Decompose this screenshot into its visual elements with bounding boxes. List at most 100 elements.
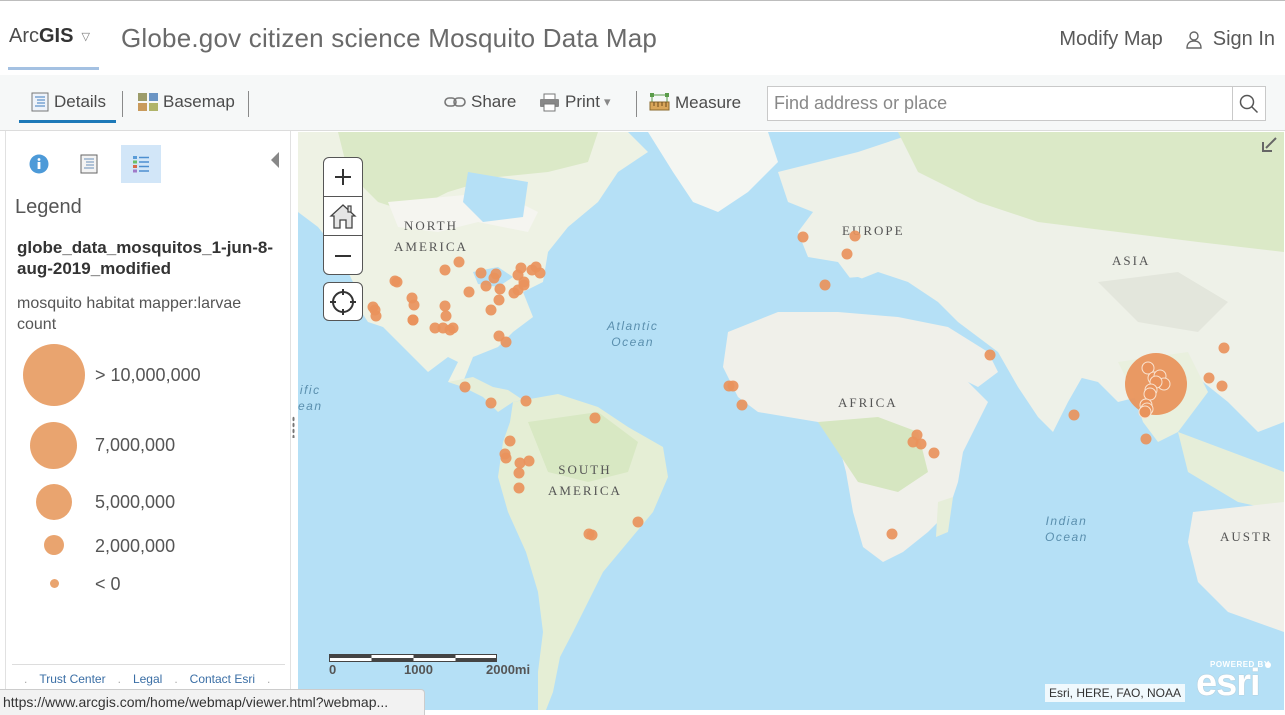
observation-point[interactable] <box>439 300 451 312</box>
legend-icon <box>133 156 149 173</box>
divider <box>636 91 637 117</box>
legal-link[interactable]: Legal <box>133 672 162 686</box>
details-button[interactable]: Details <box>31 92 106 112</box>
observation-point[interactable] <box>440 310 452 322</box>
collapse-sidebar-button[interactable] <box>271 152 279 168</box>
observation-point[interactable] <box>488 272 500 284</box>
logo-text: esri <box>1196 662 1261 704</box>
observation-point[interactable] <box>797 231 809 243</box>
observation-point[interactable] <box>500 452 512 464</box>
legend-label: < 0 <box>95 574 121 594</box>
observation-point[interactable] <box>407 314 419 326</box>
observation-point[interactable] <box>523 455 535 467</box>
observation-point[interactable] <box>915 438 927 450</box>
observation-point[interactable] <box>439 264 451 276</box>
observation-point[interactable] <box>515 262 527 274</box>
observation-point[interactable] <box>459 381 471 393</box>
legend-label: > 10,000,000 <box>95 365 201 385</box>
splitter-grip[interactable] <box>292 416 295 438</box>
observation-point[interactable] <box>632 516 644 528</box>
legend-symbol <box>44 535 64 555</box>
mosquito-points-layer[interactable] <box>298 132 1284 710</box>
legend-symbol <box>50 579 59 588</box>
legend-label: 5,000,000 <box>95 492 176 512</box>
observation-point[interactable] <box>886 528 898 540</box>
modify-map-link[interactable]: Modify Map <box>1059 28 1162 51</box>
basemap-label: Basemap <box>163 92 235 111</box>
details-active-indicator <box>19 120 116 123</box>
observation-point[interactable] <box>520 395 532 407</box>
panel-splitter[interactable] <box>291 131 298 715</box>
observation-point[interactable] <box>508 287 520 299</box>
observation-point[interactable] <box>453 256 465 268</box>
map-bottom-strip <box>298 710 1285 715</box>
observation-point[interactable] <box>841 248 853 260</box>
observation-point[interactable] <box>408 299 420 311</box>
observation-point[interactable] <box>475 267 487 279</box>
observation-point[interactable] <box>589 412 601 424</box>
observation-point[interactable] <box>493 294 505 306</box>
observation-point[interactable] <box>485 397 497 409</box>
observation-point[interactable] <box>534 267 546 279</box>
esri-logo[interactable]: POWERED BY esri <box>1196 660 1272 702</box>
observation-point[interactable] <box>518 279 530 291</box>
layer-title: globe_data_mosquitos_1-jun-8-aug-2019_mo… <box>17 238 273 278</box>
zoom-out-button[interactable] <box>324 236 362 274</box>
observation-point[interactable] <box>1216 380 1228 392</box>
measure-button[interactable]: Measure <box>649 92 741 113</box>
observation-point[interactable] <box>513 482 525 494</box>
observation-point[interactable] <box>736 399 748 411</box>
tab-content[interactable] <box>69 145 109 183</box>
observation-point[interactable] <box>429 322 441 334</box>
scale-label: 2000mi <box>486 662 531 677</box>
observation-point[interactable] <box>480 280 492 292</box>
expand-map-icon[interactable] <box>1260 136 1278 154</box>
observation-point[interactable] <box>494 283 506 295</box>
legend-symbol <box>23 344 85 406</box>
observation-point[interactable] <box>1203 372 1215 384</box>
observation-point[interactable] <box>463 286 475 298</box>
sidebar-footer: . Trust Center . Legal . Contact Esri . <box>24 672 271 686</box>
print-button[interactable]: Print ▾ <box>539 92 611 112</box>
page-title: Globe.gov citizen science Mosquito Data … <box>121 23 658 53</box>
zoom-in-button[interactable] <box>324 158 362 197</box>
locate-button[interactable] <box>323 282 363 321</box>
observation-point[interactable] <box>444 324 456 336</box>
zoom-control <box>323 157 363 275</box>
observation-point[interactable] <box>1068 409 1080 421</box>
sidebar: Legend globe_data_mosquitos_1-jun-8-aug-… <box>5 131 291 715</box>
observation-point[interactable] <box>586 529 598 541</box>
observation-point[interactable] <box>389 275 401 287</box>
observation-point[interactable] <box>1143 387 1157 401</box>
search-input[interactable] <box>768 87 1232 120</box>
tab-about[interactable] <box>19 145 59 183</box>
observation-point[interactable] <box>819 279 831 291</box>
home-button[interactable] <box>324 197 362 236</box>
observation-point[interactable] <box>984 349 996 361</box>
observation-point[interactable] <box>504 435 516 447</box>
observation-point[interactable] <box>500 336 512 348</box>
arcgis-menu[interactable]: Arc GIS ▽ <box>9 25 90 48</box>
observation-point[interactable] <box>727 380 739 392</box>
tab-legend[interactable] <box>121 145 161 183</box>
observation-point[interactable] <box>485 304 497 316</box>
observation-point[interactable] <box>1140 433 1152 445</box>
observation-point[interactable] <box>1138 405 1152 419</box>
sign-in-link[interactable]: Sign In <box>1185 28 1275 51</box>
share-button[interactable]: Share <box>444 92 516 112</box>
info-icon <box>29 154 49 174</box>
brand-underline <box>8 67 99 70</box>
observation-point[interactable] <box>849 230 861 242</box>
scale-bar <box>329 654 497 662</box>
basemap-button[interactable]: Basemap <box>138 92 235 112</box>
observation-point[interactable] <box>928 447 940 459</box>
search-icon <box>1239 94 1259 113</box>
observation-point[interactable] <box>1218 342 1230 354</box>
observation-point[interactable] <box>370 310 382 322</box>
trust-center-link[interactable]: Trust Center <box>39 672 105 686</box>
contact-esri-link[interactable]: Contact Esri <box>190 672 255 686</box>
map-view[interactable]: NORTH AMERICA EUROPE ASIA AFRICA SOUTH A… <box>298 132 1284 710</box>
observation-point[interactable] <box>513 467 525 479</box>
search-button[interactable] <box>1232 87 1265 120</box>
legend-heading: Legend <box>15 196 82 218</box>
